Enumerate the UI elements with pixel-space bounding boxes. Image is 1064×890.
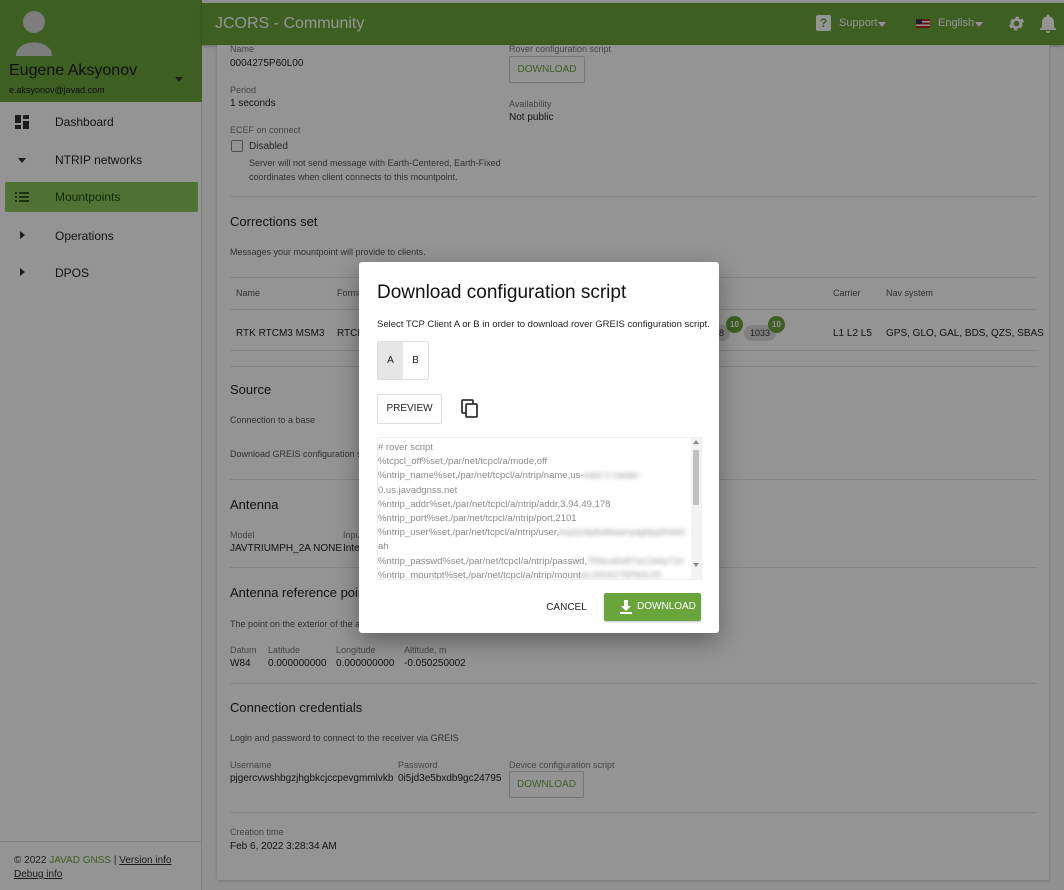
- client-b-toggle[interactable]: B: [403, 342, 428, 379]
- script-content: # rover script %tcpcl_off%set,/par/net/tc…: [378, 441, 690, 580]
- script-preview-textarea[interactable]: # rover script %tcpcl_off%set,/par/net/tc…: [377, 437, 702, 580]
- cancel-button[interactable]: CANCEL: [544, 594, 589, 622]
- redacted-text: pt,0004275P60L00: [580, 569, 662, 580]
- download-config-dialog: Download configuration script Select TCP…: [359, 262, 719, 633]
- script-line: %ntrip_mountpt%set,/par/net/tcpcl/a/ntri…: [378, 569, 662, 580]
- script-line: %ntrip_name%set,/par/net/tcpcl/a/ntrip/n…: [378, 470, 643, 482]
- download-icon: [620, 600, 632, 614]
- preview-button[interactable]: PREVIEW: [377, 394, 442, 424]
- redacted-text: ksyrpztptlukkaanyagbjqzfciteh: [559, 527, 686, 539]
- script-line: %ntrip_user%set,/par/net/tcpcl/a/ntrip/u…: [378, 527, 686, 539]
- redacted-text: 7f0bcd0d97a12d4y710: [587, 555, 684, 567]
- dialog-description: Select TCP Client A or B in order to dow…: [377, 319, 710, 330]
- client-a-toggle[interactable]: A: [378, 342, 403, 379]
- download-button-label: DOWNLOAD: [637, 601, 696, 612]
- download-button[interactable]: DOWNLOAD: [604, 593, 701, 621]
- script-line: ah: [378, 541, 389, 553]
- redacted-text: east-1-caster-: [583, 470, 643, 482]
- scroll-thumb[interactable]: [693, 450, 699, 505]
- script-line: %ntrip_passwd%set,/par/net/tcpcl/a/ntrip…: [378, 555, 684, 567]
- scroll-up-icon[interactable]: [693, 440, 699, 444]
- copy-icon[interactable]: [460, 399, 480, 419]
- client-toggle-group: A B: [377, 341, 429, 380]
- script-line: %ntrip_addr%set,/par/net/tcpcl/a/ntrip/a…: [378, 498, 611, 510]
- dialog-title: Download configuration script: [377, 282, 627, 303]
- script-line: %ntrip_port%set,/par/net/tcpcl/a/ntrip/p…: [378, 513, 577, 525]
- scroll-down-icon[interactable]: [693, 563, 699, 567]
- script-line: 0.us.javadgnss.net: [378, 484, 458, 496]
- script-line: %tcpcl_off%set,/par/net/tcpcl/a/mode,off: [378, 456, 548, 468]
- script-scrollbar[interactable]: [691, 438, 701, 579]
- script-line: # rover script: [378, 442, 433, 453]
